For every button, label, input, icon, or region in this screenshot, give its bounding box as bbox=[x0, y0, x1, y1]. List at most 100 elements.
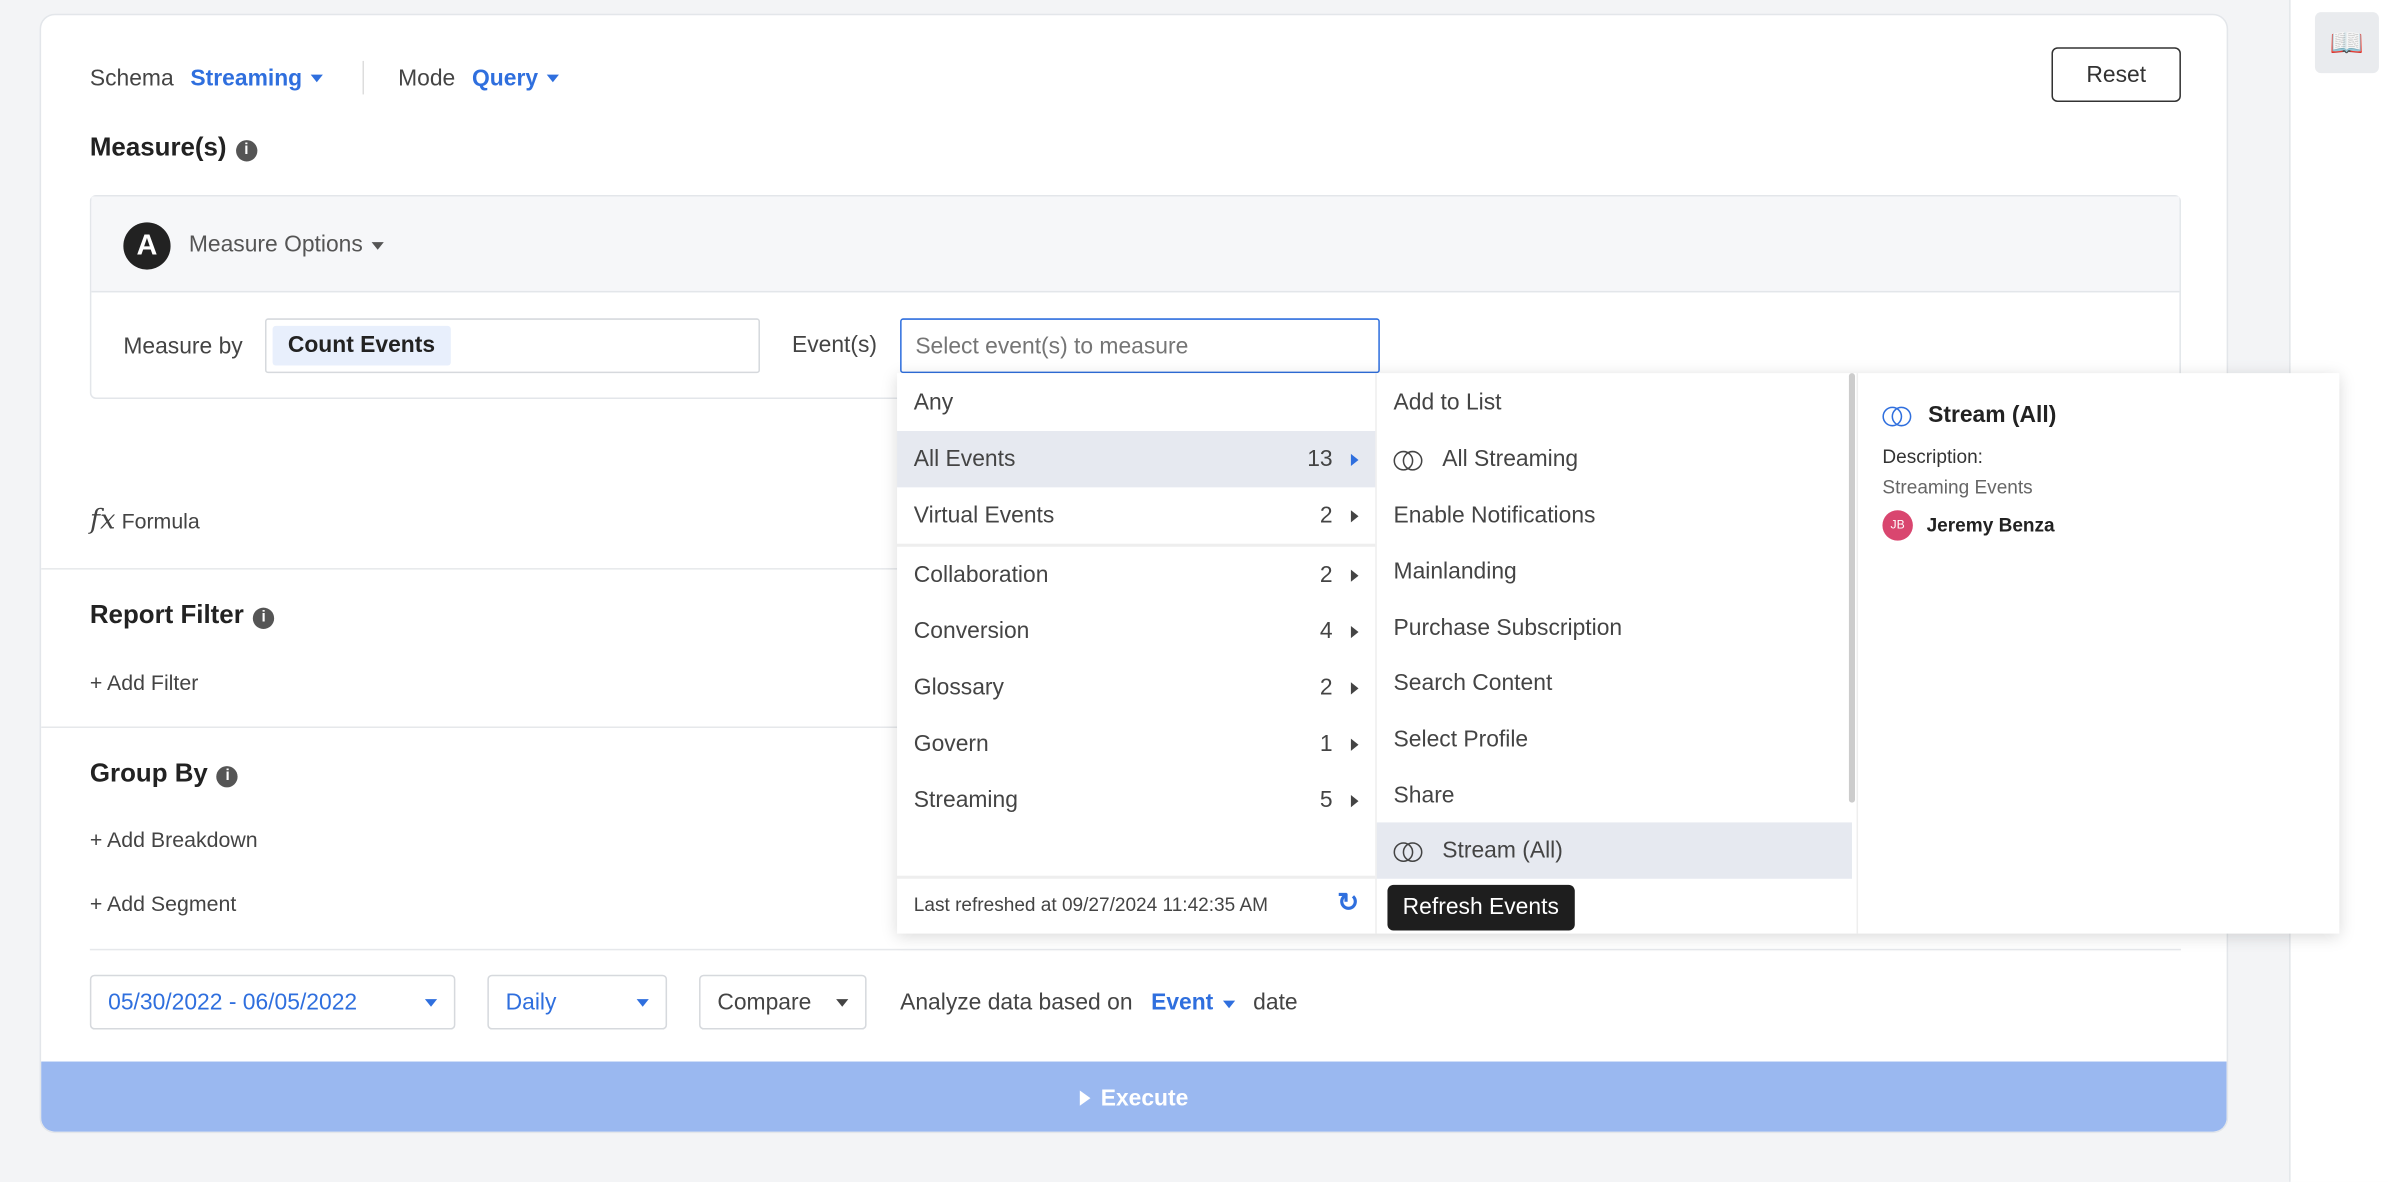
events-input[interactable] bbox=[900, 318, 1380, 374]
event-search-content[interactable]: Search Content bbox=[1377, 655, 1852, 711]
category-virtual-events[interactable]: Virtual Events 2 bbox=[897, 487, 1375, 543]
measure-by-label: Measure by bbox=[123, 333, 243, 360]
chevron-right-icon bbox=[1350, 625, 1359, 638]
compare-label: Compare bbox=[717, 989, 812, 1016]
event-label: Mainlanding bbox=[1393, 558, 1517, 585]
info-icon[interactable]: i bbox=[235, 140, 258, 162]
info-icon[interactable]: i bbox=[252, 607, 275, 629]
virtual-event-icon bbox=[1393, 841, 1424, 862]
category-label: Collaboration bbox=[913, 561, 1049, 588]
event-label: Share bbox=[1393, 782, 1455, 809]
refresh-icon[interactable]: ↻ bbox=[1337, 888, 1359, 918]
chevron-right-icon bbox=[1350, 681, 1359, 694]
measure-header: A Measure Options bbox=[91, 196, 2180, 293]
chevron-right-icon bbox=[1350, 794, 1359, 807]
interval-value: Daily bbox=[505, 989, 557, 1016]
analyze-basis-dropdown[interactable]: Event bbox=[1151, 990, 1235, 1016]
analyze-basis: Analyze data based on Event date bbox=[900, 990, 1298, 1016]
measures-title: Measure(s) bbox=[89, 132, 227, 162]
description-text: Streaming Events bbox=[1882, 476, 2033, 499]
measure-by-value: Count Events bbox=[272, 325, 451, 366]
chevron-right-icon bbox=[1350, 568, 1359, 582]
report-filter-heading: Report Filter i bbox=[89, 600, 275, 630]
caret-down-icon bbox=[547, 74, 560, 83]
fx-icon: fx bbox=[89, 504, 116, 537]
event-purchase-subscription[interactable]: Purchase Subscription bbox=[1377, 600, 1852, 656]
category-count: 2 bbox=[1319, 561, 1333, 588]
event-stream-all[interactable]: Stream (All) bbox=[1376, 822, 1852, 879]
caret-down-icon bbox=[371, 241, 385, 250]
owner: JB Jeremy Benza bbox=[1882, 510, 2055, 541]
category-label: All Events bbox=[913, 446, 1016, 473]
event-mainlanding[interactable]: Mainlanding bbox=[1377, 544, 1852, 600]
event-enable-notifications[interactable]: Enable Notifications bbox=[1377, 487, 1852, 543]
description-label: Description: bbox=[1882, 446, 1983, 468]
measures-heading: Measure(s) i bbox=[89, 132, 258, 163]
events-label: Event(s) bbox=[791, 332, 878, 358]
event-select-profile[interactable]: Select Profile bbox=[1377, 711, 1852, 767]
mode-value: Query bbox=[472, 64, 539, 91]
event-picker-dropdown: Any All Events 13 Virtual Events 2 Collabo… bbox=[897, 373, 2340, 934]
category-glossary[interactable]: Glossary 2 bbox=[897, 659, 1375, 715]
formula-button[interactable]: fx Formula bbox=[90, 504, 200, 536]
category-count: 4 bbox=[1319, 618, 1333, 645]
event-add-to-list[interactable]: Add to List bbox=[1377, 375, 1852, 431]
category-label: Any bbox=[913, 389, 954, 416]
category-label: Govern bbox=[913, 731, 989, 757]
caret-down-icon bbox=[836, 998, 849, 1006]
measure-badge: A bbox=[123, 222, 171, 270]
analyze-suffix: date bbox=[1253, 989, 1298, 1016]
detail-title-text: Stream (All) bbox=[1928, 402, 2057, 428]
category-streaming[interactable]: Streaming 5 bbox=[897, 772, 1375, 828]
mode-dropdown[interactable]: Query bbox=[472, 64, 560, 91]
caret-down-icon bbox=[424, 998, 438, 1006]
chevron-right-icon bbox=[1350, 453, 1359, 466]
divider bbox=[89, 948, 2181, 951]
event-share[interactable]: Share bbox=[1377, 768, 1852, 824]
virtual-event-icon bbox=[1393, 450, 1424, 470]
caret-down-icon bbox=[636, 998, 649, 1006]
event-label: Select Profile bbox=[1393, 726, 1529, 753]
detail-title: Stream (All) bbox=[1882, 402, 2056, 428]
category-all-events[interactable]: All Events 13 bbox=[897, 431, 1376, 488]
interval-dropdown[interactable]: Daily bbox=[487, 974, 668, 1030]
add-filter-button[interactable]: + Add Filter bbox=[90, 670, 198, 694]
category-govern[interactable]: Govern 1 bbox=[897, 716, 1375, 772]
category-label: Glossary bbox=[913, 674, 1004, 701]
caret-down-icon bbox=[311, 74, 324, 83]
category-list: Any All Events 13 Virtual Events 2 Collabo… bbox=[897, 373, 1377, 934]
event-all-streaming[interactable]: All Streaming bbox=[1377, 431, 1852, 487]
owner-name: Jeremy Benza bbox=[1926, 514, 2055, 537]
add-breakdown-button[interactable]: + Add Breakdown bbox=[90, 827, 258, 851]
category-conversion[interactable]: Conversion 4 bbox=[897, 603, 1375, 659]
compare-dropdown[interactable]: Compare bbox=[699, 974, 867, 1030]
date-range-picker[interactable]: 05/30/2022 - 06/05/2022 bbox=[89, 974, 456, 1030]
info-icon[interactable]: i bbox=[216, 766, 239, 788]
measure-options-dropdown[interactable]: Measure Options bbox=[189, 231, 385, 257]
report-filter-title: Report Filter bbox=[89, 600, 244, 629]
category-label: Streaming bbox=[913, 787, 1018, 814]
analyze-prefix: Analyze data based on bbox=[900, 989, 1133, 1016]
category-any[interactable]: Any bbox=[897, 375, 1375, 431]
measure-by-select[interactable]: Count Events bbox=[265, 318, 760, 374]
reset-button[interactable]: Reset bbox=[2051, 47, 2181, 103]
category-count: 2 bbox=[1319, 502, 1333, 529]
event-detail-panel: Stream (All) Description: Streaming Even… bbox=[1856, 373, 2340, 934]
divider bbox=[363, 60, 365, 95]
category-count: 2 bbox=[1319, 674, 1333, 701]
date-range-value: 05/30/2022 - 06/05/2022 bbox=[108, 989, 358, 1016]
add-segment-button[interactable]: + Add Segment bbox=[90, 891, 236, 915]
chevron-right-icon bbox=[1350, 509, 1359, 522]
event-label: All Streaming bbox=[1442, 446, 1579, 473]
event-label: Add to List bbox=[1393, 389, 1502, 416]
execute-button[interactable]: Execute bbox=[41, 1061, 2227, 1132]
schema-dropdown[interactable]: Streaming bbox=[190, 64, 324, 91]
mode-label: Mode bbox=[398, 64, 456, 91]
group-by-heading: Group By i bbox=[90, 758, 239, 788]
category-label: Virtual Events bbox=[913, 502, 1055, 529]
formula-label: Formula bbox=[121, 508, 200, 534]
category-collaboration[interactable]: Collaboration 2 bbox=[897, 547, 1375, 603]
schema-value: Streaming bbox=[190, 64, 303, 91]
refresh-events-tooltip: Refresh Events bbox=[1387, 884, 1575, 931]
book-icon[interactable]: 📖 bbox=[2314, 12, 2379, 74]
